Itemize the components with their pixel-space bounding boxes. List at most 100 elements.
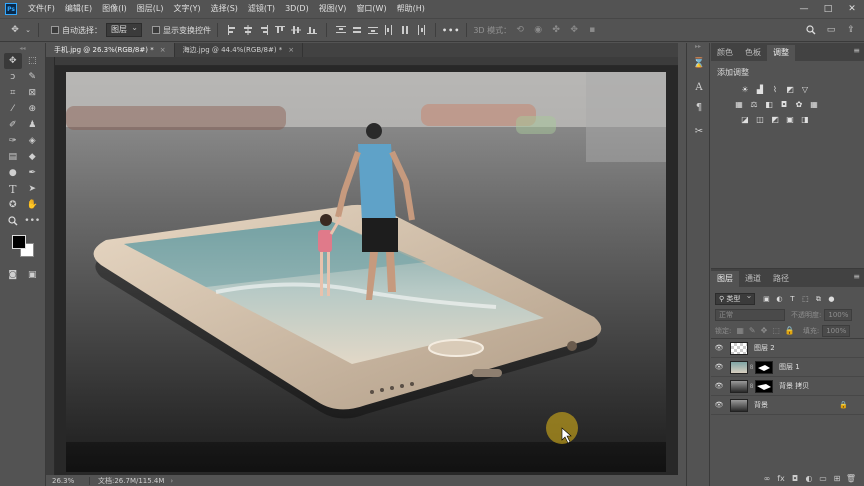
align-middle-icon[interactable] bbox=[289, 23, 303, 37]
close-window-button[interactable]: ✕ bbox=[840, 0, 864, 18]
lock-pixels-icon[interactable]: ✎ bbox=[749, 326, 756, 335]
eraser-icon[interactable]: ◈ bbox=[23, 133, 41, 149]
fill-input[interactable]: 100% bbox=[822, 324, 851, 337]
more-tools-icon[interactable]: ••• bbox=[23, 213, 41, 229]
layer-name[interactable]: 图层 1 bbox=[779, 362, 800, 372]
menu-image[interactable]: 图像(I) bbox=[97, 0, 132, 18]
tab-layers[interactable]: 图层 bbox=[711, 271, 739, 287]
threshold-icon[interactable]: ◩ bbox=[769, 115, 781, 125]
invert-icon[interactable]: ◪ bbox=[739, 115, 751, 125]
zoom-level[interactable]: 26.3% bbox=[46, 476, 90, 485]
dodge-icon[interactable]: ● bbox=[4, 165, 22, 181]
maximize-button[interactable]: □ bbox=[816, 0, 840, 18]
gradient-icon[interactable]: ▤ bbox=[4, 149, 22, 165]
menu-select[interactable]: 选择(S) bbox=[206, 0, 243, 18]
visibility-eye-icon[interactable]: 👁 bbox=[711, 401, 727, 409]
history-icon[interactable]: ⌛ bbox=[687, 53, 711, 73]
show-transform-checkbox[interactable] bbox=[152, 26, 160, 34]
shape-icon[interactable]: ✪ bbox=[4, 197, 22, 213]
close-icon[interactable]: × bbox=[288, 46, 294, 54]
chevron-right-icon[interactable]: › bbox=[170, 477, 173, 485]
marquee-icon[interactable]: ⬚ bbox=[23, 53, 41, 69]
3d-drag-icon[interactable]: ✤ bbox=[547, 21, 565, 39]
distribute-top-icon[interactable] bbox=[334, 23, 348, 37]
posterize-icon[interactable]: ◫ bbox=[754, 115, 766, 125]
frame-icon[interactable]: ⊠ bbox=[23, 85, 41, 101]
levels-icon[interactable]: ▟ bbox=[754, 85, 766, 95]
character-icon[interactable]: A bbox=[687, 77, 711, 97]
color-balance-icon[interactable]: ⚖ bbox=[748, 100, 760, 110]
stamp-icon[interactable]: ♟ bbox=[23, 117, 41, 133]
canvas-area[interactable] bbox=[55, 66, 678, 475]
layer-row-layer-1[interactable]: 👁 8 图层 1 bbox=[711, 358, 864, 377]
distribute-bottom-icon[interactable] bbox=[366, 23, 380, 37]
healing-icon[interactable]: ⊕ bbox=[23, 101, 41, 117]
curves-icon[interactable]: ⌇ bbox=[769, 85, 781, 95]
layer-name[interactable]: 背景 拷贝 bbox=[779, 381, 809, 391]
lock-artboard-icon[interactable]: ⬚ bbox=[772, 326, 780, 335]
link-icon[interactable]: 8 bbox=[748, 364, 755, 371]
tools-preset-icon[interactable]: ✂ bbox=[687, 121, 711, 141]
photo-filter-icon[interactable]: ◘ bbox=[778, 100, 790, 110]
foreground-color-swatch[interactable] bbox=[12, 235, 26, 249]
vibrance-icon[interactable]: ▽ bbox=[799, 85, 811, 95]
new-group-icon[interactable]: ▭ bbox=[816, 474, 830, 483]
brush-icon[interactable]: ✐ bbox=[4, 117, 22, 133]
new-adjustment-icon[interactable]: ◐ bbox=[802, 474, 816, 483]
visibility-eye-icon[interactable]: 👁 bbox=[711, 382, 727, 390]
align-top-icon[interactable] bbox=[273, 23, 287, 37]
layer-row-layer-2[interactable]: 👁 图层 2 bbox=[711, 339, 864, 358]
new-layer-icon[interactable]: ⊞ bbox=[830, 474, 844, 483]
visibility-eye-icon[interactable]: 👁 bbox=[711, 344, 727, 352]
filter-type-icon[interactable]: T bbox=[787, 294, 797, 304]
align-left-icon[interactable] bbox=[225, 23, 239, 37]
hand-icon[interactable]: ✋ bbox=[23, 197, 41, 213]
layer-row-background[interactable]: 👁 背景 🔒 bbox=[711, 396, 864, 415]
link-layers-icon[interactable]: ∞ bbox=[760, 474, 774, 483]
menu-file[interactable]: 文件(F) bbox=[23, 0, 60, 18]
distribute-middle-icon[interactable] bbox=[350, 23, 364, 37]
type-icon[interactable]: T bbox=[4, 181, 22, 197]
vertical-ruler[interactable] bbox=[46, 57, 55, 475]
minimize-button[interactable]: — bbox=[792, 0, 816, 18]
selective-color-icon[interactable]: ◨ bbox=[799, 115, 811, 125]
tab-adjustments[interactable]: 调整 bbox=[767, 45, 795, 61]
lock-all-icon[interactable]: 🔒 bbox=[785, 326, 795, 335]
tab-channels[interactable]: 通道 bbox=[739, 271, 767, 287]
menu-filter[interactable]: 滤镜(T) bbox=[243, 0, 280, 18]
menu-layer[interactable]: 图层(L) bbox=[132, 0, 169, 18]
menu-type[interactable]: 文字(Y) bbox=[168, 0, 205, 18]
share-icon[interactable]: ⇪ bbox=[842, 21, 860, 39]
delete-layer-icon[interactable]: 🗑 bbox=[844, 474, 858, 483]
layer-name[interactable]: 背景 bbox=[754, 400, 768, 410]
more-options-button[interactable]: ••• bbox=[442, 26, 460, 35]
layer-style-icon[interactable]: fx bbox=[774, 474, 788, 483]
align-center-h-icon[interactable] bbox=[241, 23, 255, 37]
document-canvas[interactable] bbox=[66, 72, 666, 472]
workspace-icon[interactable]: ▭ bbox=[822, 21, 840, 39]
magic-wand-icon[interactable]: ✎ bbox=[23, 69, 41, 85]
black-white-icon[interactable]: ◧ bbox=[763, 100, 775, 110]
quick-mask-icon[interactable]: ◙ bbox=[4, 267, 22, 283]
layer-mask-thumbnail[interactable] bbox=[755, 379, 773, 393]
menu-edit[interactable]: 编辑(E) bbox=[60, 0, 97, 18]
screen-mode-icon[interactable]: ▣ bbox=[23, 267, 41, 283]
gradient-map-icon[interactable]: ▣ bbox=[784, 115, 796, 125]
menu-help[interactable]: 帮助(H) bbox=[392, 0, 430, 18]
layer-row-background-copy[interactable]: 👁 8 背景 拷贝 bbox=[711, 377, 864, 396]
align-right-icon[interactable] bbox=[257, 23, 271, 37]
distribute-right-icon[interactable] bbox=[414, 23, 428, 37]
brightness-icon[interactable]: ☀ bbox=[739, 85, 751, 95]
layer-filter-dropdown[interactable]: ⚲ 类型 bbox=[715, 291, 756, 305]
3d-slide-icon[interactable]: ✥ bbox=[565, 21, 583, 39]
tab-beach-jpg[interactable]: 海边.jpg @ 44.4%(RGB/8#) * × bbox=[175, 43, 304, 57]
eyedropper-icon[interactable]: ⁄ bbox=[4, 101, 22, 117]
opacity-input[interactable]: 100% bbox=[824, 309, 853, 321]
crop-icon[interactable]: ⌗ bbox=[4, 85, 22, 101]
3d-scale-icon[interactable]: ▪ bbox=[583, 21, 601, 39]
layer-name[interactable]: 图层 2 bbox=[754, 343, 775, 353]
zoom-icon[interactable] bbox=[4, 213, 22, 229]
panel-menu-icon[interactable]: ≡ bbox=[853, 272, 860, 281]
lasso-icon[interactable]: ↄ bbox=[4, 69, 22, 85]
lock-transparent-icon[interactable]: ▦ bbox=[736, 326, 744, 335]
